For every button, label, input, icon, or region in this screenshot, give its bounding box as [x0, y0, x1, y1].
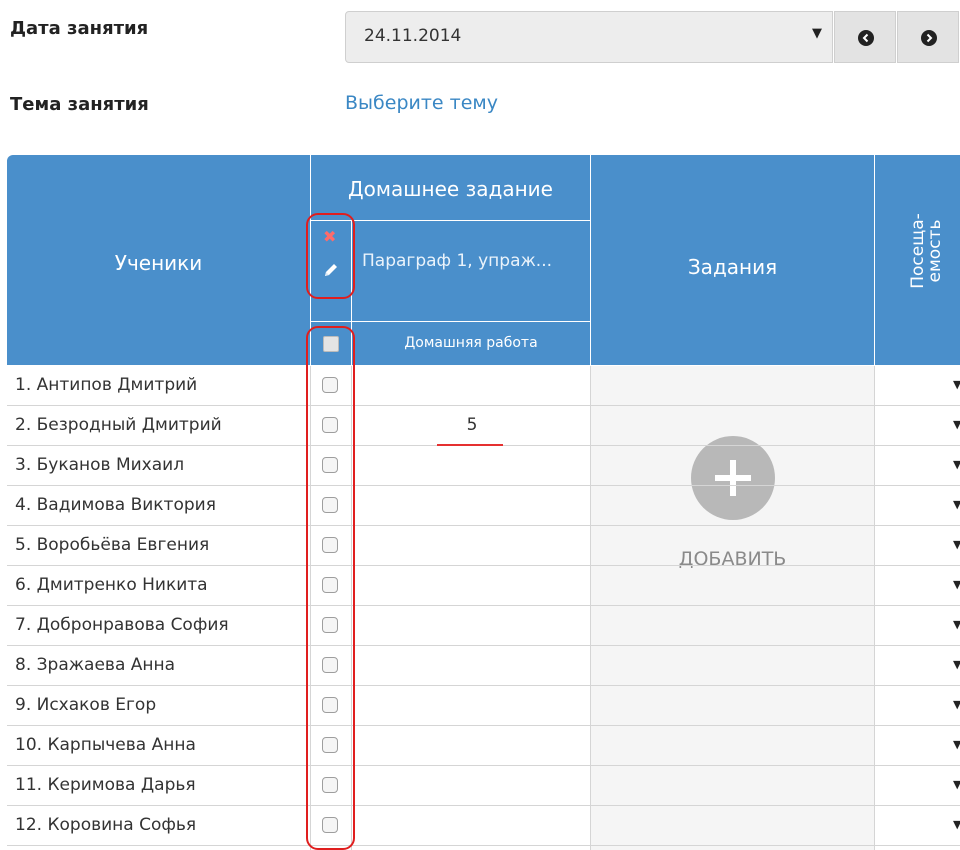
student-name: 6. Дмитренко Никита	[15, 575, 208, 595]
table-row: 11. Керимова Дарья ▼	[7, 766, 960, 806]
homework-description-text: Параграф 1, упраж...	[362, 251, 553, 271]
grade-underline-annotation	[437, 444, 503, 446]
attendance-dropdown-icon[interactable]: ▼	[953, 738, 960, 751]
table-row: 1. Антипов Дмитрий ▼	[7, 366, 960, 406]
student-name: 3. Буканов Михаил	[15, 455, 185, 475]
attendance-header-label: Посеща- емость	[908, 213, 945, 289]
grid-line	[590, 366, 591, 850]
student-name: 1. Антипов Дмитрий	[15, 375, 198, 395]
table-row: 9. Исхаков Егор ▼	[7, 686, 960, 726]
attendance-dropdown-icon[interactable]: ▼	[953, 458, 960, 471]
table-row: 6. Дмитренко Никита ▼	[7, 566, 960, 606]
student-name: 8. Зражаева Анна	[15, 655, 176, 675]
homework-description[interactable]: Параграф 1, упраж...	[352, 221, 590, 321]
student-name: 11. Керимова Дарья	[15, 775, 196, 795]
attendance-dropdown-icon[interactable]: ▼	[953, 378, 960, 391]
table-row: 7. Добронравова София ▼	[7, 606, 960, 646]
checkbox-column-highlight-annotation	[306, 326, 355, 850]
chevron-down-icon: ▼	[812, 26, 822, 41]
attendance-dropdown-icon[interactable]: ▼	[953, 778, 960, 791]
topic-label: Тема занятия	[10, 94, 149, 115]
table-row: 5. Воробьёва Евгения ▼	[7, 526, 960, 566]
homework-grade[interactable]: 5	[353, 415, 591, 435]
next-date-button[interactable]	[897, 11, 959, 63]
attendance-dropdown-icon[interactable]: ▼	[953, 418, 960, 431]
table-row: 12. Коровина Софья ▼	[7, 806, 960, 846]
table-row: 3. Буканов Михаил ▼	[7, 446, 960, 486]
grid-line	[874, 366, 875, 850]
students-header-label: Ученики	[114, 251, 203, 275]
tasks-header-label: Задания	[687, 255, 778, 279]
arrow-right-icon	[921, 30, 937, 46]
choose-topic-link[interactable]: Выберите тему	[345, 92, 498, 114]
arrow-left-icon	[858, 30, 874, 46]
attendance-dropdown-icon[interactable]: ▼	[953, 538, 960, 551]
homework-column-header: Домашнее задание	[311, 155, 590, 220]
student-name: 5. Воробьёва Евгения	[15, 535, 210, 555]
table-row: 4. Вадимова Виктория ▼	[7, 486, 960, 526]
controls-highlight-annotation	[306, 213, 355, 299]
students-table-body: 1. Антипов Дмитрий ▼ 2. Безродный Дмитрий 5…	[7, 366, 960, 846]
attendance-dropdown-icon[interactable]: ▼	[953, 618, 960, 631]
tasks-column-header: Задания	[591, 155, 874, 365]
attendance-dropdown-icon[interactable]: ▼	[953, 578, 960, 591]
table-row: 2. Безродный Дмитрий 5 ▼	[7, 406, 960, 446]
date-label: Дата занятия	[10, 18, 149, 39]
students-column-header: Ученики	[7, 155, 310, 365]
student-name: 4. Вадимова Виктория	[15, 495, 216, 515]
attendance-dropdown-icon[interactable]: ▼	[953, 698, 960, 711]
homework-subheader: Домашняя работа	[352, 322, 590, 365]
attendance-column-header: Посеща- емость	[875, 155, 960, 365]
table-row: 8. Зражаева Анна ▼	[7, 646, 960, 686]
student-name: 12. Коровина Софья	[15, 815, 197, 835]
attendance-dropdown-icon[interactable]: ▼	[953, 498, 960, 511]
attendance-dropdown-icon[interactable]: ▼	[953, 818, 960, 831]
date-select[interactable]: 24.11.2014 ▼	[345, 11, 833, 63]
date-value: 24.11.2014	[364, 26, 462, 46]
student-name: 7. Добронравова София	[15, 615, 229, 635]
previous-date-button[interactable]	[834, 11, 896, 63]
table-row: 10. Карпычева Анна ▼	[7, 726, 960, 766]
homework-header-label: Домашнее задание	[348, 177, 553, 201]
student-name: 2. Безродный Дмитрий	[15, 415, 222, 435]
student-name: 9. Исхаков Егор	[15, 695, 157, 715]
attendance-dropdown-icon[interactable]: ▼	[953, 658, 960, 671]
homework-subheader-label: Домашняя работа	[404, 335, 538, 351]
student-name: 10. Карпычева Анна	[15, 735, 196, 755]
